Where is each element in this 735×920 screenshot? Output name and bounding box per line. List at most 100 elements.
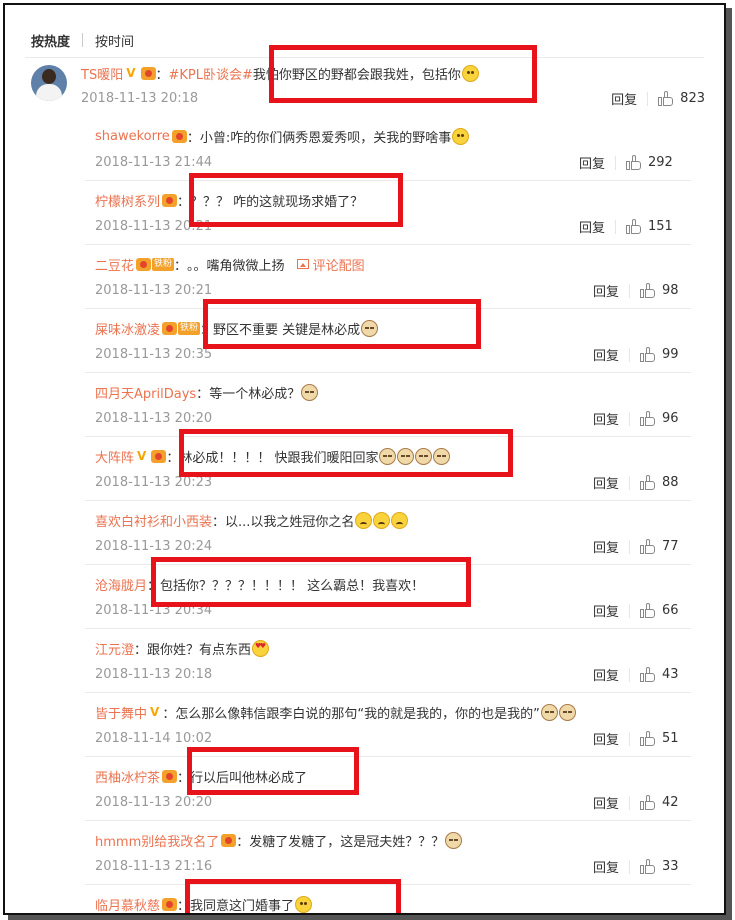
reply-username[interactable]: 二豆花: [95, 255, 134, 274]
reply-time: 2018-11-14 10:02: [95, 731, 213, 746]
reply-button[interactable]: 回复: [593, 857, 619, 876]
comment-time: 2018-11-13 20:18: [81, 91, 199, 106]
doge-emoji-icon: [445, 831, 463, 849]
heart-eyes-emoji-icon: [252, 639, 270, 657]
thumbs-up-icon[interactable]: [640, 666, 656, 683]
reply-actions: 回复 151: [579, 217, 673, 236]
action-divider: [629, 859, 631, 874]
thumbs-up-icon[interactable]: [640, 410, 656, 427]
reply-actions: 回复 98: [593, 281, 679, 300]
like-count: 88: [662, 475, 679, 490]
thumbs-up-icon[interactable]: [640, 474, 656, 491]
smirk-emoji-icon: [452, 127, 470, 145]
reply-time: 2018-11-13 20:21: [95, 283, 213, 298]
reply-username[interactable]: shawekorre: [95, 129, 170, 144]
reply-button[interactable]: 回复: [593, 729, 619, 748]
thumbs-up-icon[interactable]: [640, 538, 656, 555]
reply-item: 柠檬树系列 ： ？？？ 咋的这就现场求婚了？ 2018-11-13 20:21 …: [85, 181, 691, 245]
reply-username[interactable]: 喜欢白衬衫和小西装: [95, 511, 212, 530]
reply-username[interactable]: 屎味冰激凌: [95, 319, 160, 338]
reply-button[interactable]: 回复: [593, 345, 619, 364]
comment-image-label: 评论配图: [312, 258, 365, 274]
sort-bar: 按热度 按时间: [31, 31, 134, 50]
reply-button[interactable]: 回复: [579, 217, 605, 236]
reply-text: 等一个林必成？: [209, 386, 301, 402]
v-badge-icon: V: [150, 705, 160, 719]
reply-text: 林必成！！！！ 快跟我们暖阳回家: [179, 450, 379, 466]
reply-username[interactable]: 柠檬树系列: [95, 191, 160, 210]
topic-link[interactable]: #KPL卧谈会#: [169, 64, 253, 83]
sort-by-hot[interactable]: 按热度: [31, 31, 70, 50]
colon: ：: [196, 386, 210, 402]
reply-button[interactable]: 回复: [593, 537, 619, 556]
like-count: 51: [662, 731, 679, 746]
reply-button[interactable]: 回复: [611, 89, 637, 108]
colon: ：: [212, 514, 226, 530]
colon: ：: [177, 898, 191, 914]
reply-button[interactable]: 回复: [579, 153, 605, 172]
reply-username[interactable]: 临月慕秋慈: [95, 895, 160, 914]
sort-by-time[interactable]: 按时间: [95, 31, 134, 50]
fan-badge: 铁粉: [178, 321, 201, 335]
reply-button[interactable]: 回复: [593, 409, 619, 428]
reply-item: hmmm别给我改名了 ： 发糖了发糖了，这是冠夫姓？？？ 2018-11-13 …: [85, 821, 691, 885]
reply-item: 喜欢白衬衫和小西装 ： 以...以我之姓冠你之名 2018-11-13 20:2…: [85, 501, 691, 565]
reply-item: 大阵阵 V ： 林必成！！！！ 快跟我们暖阳回家 2018-11-13 20:2…: [85, 437, 691, 501]
thumbs-up-icon[interactable]: [626, 154, 642, 171]
reply-button[interactable]: 回复: [593, 281, 619, 300]
like-count: 823: [680, 91, 705, 106]
reply-item: 沧海胧月 ： 包括你？？？？！！！！ 这么霸总！我喜欢！ 2018-11-13 …: [85, 565, 691, 629]
avatar[interactable]: [31, 65, 67, 101]
reply-username[interactable]: 皆于舞中: [95, 703, 147, 722]
member-crown-icon: [162, 321, 178, 335]
reply-username[interactable]: hmmm别给我改名了: [95, 831, 219, 850]
thumbs-up-icon[interactable]: [640, 858, 656, 875]
reply-item: 临月慕秋慈 ： 我同意这门婚事了: [85, 885, 691, 914]
member-crown-icon: [171, 129, 187, 143]
action-divider: [629, 795, 631, 810]
action-divider: [629, 731, 631, 746]
thumbs-up-icon[interactable]: [640, 346, 656, 363]
thumbs-up-icon[interactable]: [658, 90, 674, 107]
reply-time: 2018-11-13 20:20: [95, 795, 213, 810]
comment-username[interactable]: TS暖阳: [81, 64, 123, 83]
reply-username[interactable]: 西柚冰柠茶: [95, 767, 160, 786]
comment-image-link[interactable]: 评论配图: [296, 255, 365, 274]
like-count: 96: [662, 411, 679, 426]
reply-button[interactable]: 回复: [593, 473, 619, 492]
thumbs-up-icon[interactable]: [640, 282, 656, 299]
reply-button[interactable]: 回复: [593, 793, 619, 812]
reply-time: 2018-11-13 20:34: [95, 603, 213, 618]
reply-username[interactable]: 大阵阵: [95, 447, 134, 466]
reply-text: 怎么那么像韩信跟李白说的那句“我的就是我的，你的也是我的”: [175, 706, 540, 722]
like-count: 43: [662, 667, 679, 682]
reply-time: 2018-11-13 21:16: [95, 859, 213, 874]
reply-button[interactable]: 回复: [593, 665, 619, 684]
thumbs-up-icon[interactable]: [626, 218, 642, 235]
reply-actions: 回复 88: [593, 473, 679, 492]
like-count: 99: [662, 347, 679, 362]
reply-actions: 回复 42: [593, 793, 679, 812]
reply-actions: 回复 77: [593, 537, 679, 556]
top-comment: TS暖阳 V ： #KPL卧谈会# 我怕你野区的野都会跟我姓，包括你 2018-…: [31, 64, 711, 115]
colon: ：: [162, 706, 176, 722]
reply-button[interactable]: 回复: [593, 601, 619, 620]
reply-text: ？？？ 咋的这就现场求婚了？: [190, 194, 364, 210]
colon: ：: [186, 130, 200, 146]
sort-divider: [82, 33, 84, 47]
reply-text: 我同意这门婚事了: [190, 898, 295, 914]
thumbs-up-icon[interactable]: [640, 602, 656, 619]
colon: ：: [166, 450, 180, 466]
action-divider: [629, 475, 631, 490]
thumbs-up-icon[interactable]: [640, 730, 656, 747]
reply-username[interactable]: 沧海胧月: [95, 575, 147, 594]
member-crown-icon: [151, 449, 167, 463]
divider: [25, 57, 704, 58]
reply-time: 2018-11-13 20:35: [95, 347, 213, 362]
member-crown-icon: [162, 193, 178, 207]
thumbs-up-icon[interactable]: [640, 794, 656, 811]
reply-username[interactable]: 四月天AprilDays: [95, 383, 196, 402]
reply-username[interactable]: 江元澄: [95, 639, 134, 658]
colon: ：: [236, 834, 250, 850]
member-crown-icon: [162, 769, 178, 783]
